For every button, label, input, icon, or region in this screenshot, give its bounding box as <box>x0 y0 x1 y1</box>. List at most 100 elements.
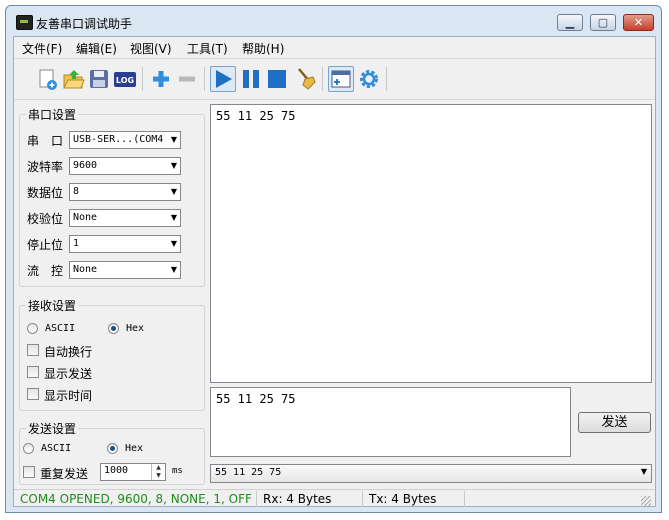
title-bar: 友善串口调试助手 ▁ ▢ ✕ <box>6 6 661 35</box>
interval-unit: ms <box>172 466 183 476</box>
send-history-value: 55 11 25 75 <box>215 467 282 478</box>
stop-button[interactable] <box>264 66 290 92</box>
close-button[interactable]: ✕ <box>623 14 654 31</box>
chevron-down-icon: ▼ <box>170 135 177 144</box>
receive-ascii-label: ASCII <box>45 323 76 334</box>
spin-arrows-icon[interactable]: ▲ ▼ <box>151 464 165 480</box>
receive-ascii-radio[interactable] <box>27 323 38 334</box>
settings-button[interactable] <box>356 66 382 92</box>
menu-file[interactable]: 文件(F) <box>22 40 62 57</box>
save-button[interactable] <box>86 66 112 92</box>
send-history-select[interactable]: 55 11 25 75 ▼ <box>210 464 652 483</box>
databits-label: 数据位 <box>27 186 64 200</box>
save-icon <box>90 70 108 88</box>
menu-view[interactable]: 视图(V) <box>130 40 172 57</box>
new-file-icon <box>39 69 57 90</box>
receive-settings-group: 接收设置 ASCII Hex 自动换行 显示发送 显示时间 <box>19 297 205 411</box>
flowcontrol-value: None <box>73 264 98 275</box>
send-hex-label: Hex <box>125 443 144 454</box>
serial-settings-title: 串口设置 <box>26 106 79 123</box>
send-settings-title: 发送设置 <box>26 420 79 437</box>
word-wrap-label: 自动换行 <box>44 345 93 359</box>
send-button[interactable]: 发送 <box>578 412 651 433</box>
show-send-checkbox[interactable] <box>27 366 39 378</box>
stop-icon <box>268 70 286 88</box>
menu-bar: 文件(F) 编辑(E) 视图(V) 工具(T) 帮助(H) <box>14 37 655 57</box>
minimize-icon: ▁ <box>565 16 575 29</box>
port-status: COM4 OPENED, 9600, 8, NONE, 1, OFF <box>20 492 252 506</box>
main-window: 友善串口调试助手 ▁ ▢ ✕ 文件(F) 编辑(E) 视图(V) 工具(T) 帮… <box>5 5 662 513</box>
broom-icon <box>298 68 316 90</box>
baud-select[interactable]: 9600 ▼ <box>69 157 181 175</box>
receive-hex-radio[interactable] <box>108 323 119 334</box>
minimize-button[interactable]: ▁ <box>557 14 583 31</box>
client-area: 文件(F) 编辑(E) 视图(V) 工具(T) 帮助(H) LOG 串口设置 串… <box>13 36 656 507</box>
play-icon <box>216 70 232 88</box>
port-value: USB-SER...(COM4 <box>73 134 164 145</box>
parity-select[interactable]: None ▼ <box>69 209 181 227</box>
menu-help[interactable]: 帮助(H) <box>242 40 284 57</box>
show-send-label: 显示发送 <box>44 367 93 381</box>
chevron-down-icon: ▼ <box>170 213 177 222</box>
send-ascii-label: ASCII <box>41 443 72 454</box>
word-wrap-checkbox[interactable] <box>27 344 39 356</box>
window-layout-icon <box>331 70 351 88</box>
stopbits-value: 1 <box>73 238 80 249</box>
resize-grip-icon[interactable] <box>641 496 651 506</box>
open-file-button[interactable] <box>60 66 86 92</box>
stopbits-label: 停止位 <box>27 238 64 252</box>
status-separator <box>256 491 257 507</box>
clear-button[interactable] <box>292 66 318 92</box>
remove-button[interactable] <box>174 66 200 92</box>
menu-tools[interactable]: 工具(T) <box>187 40 228 57</box>
send-settings-group: 发送设置 ASCII Hex 重复发送 1000 ▲ ▼ ms <box>19 420 205 485</box>
receive-hex-label: Hex <box>126 323 145 334</box>
port-select[interactable]: USB-SER...(COM4 ▼ <box>69 131 181 149</box>
toolbar-separator <box>322 67 323 91</box>
send-ascii-radio[interactable] <box>23 443 34 454</box>
toolbar-separator <box>386 67 387 91</box>
port-label: 串 口 <box>27 134 64 148</box>
databits-value: 8 <box>73 186 80 197</box>
status-separator <box>464 491 465 507</box>
baud-value: 9600 <box>73 160 98 171</box>
chevron-down-icon: ▼ <box>640 467 647 476</box>
chevron-down-icon: ▼ <box>170 161 177 170</box>
menu-edit[interactable]: 编辑(E) <box>76 40 117 57</box>
send-hex-radio[interactable] <box>107 443 118 454</box>
parity-value: None <box>73 212 98 223</box>
stopbits-select[interactable]: 1 ▼ <box>69 235 181 253</box>
new-file-button[interactable] <box>34 66 60 92</box>
window-layout-button[interactable] <box>328 66 354 92</box>
show-time-label: 显示时间 <box>44 389 93 403</box>
pause-icon <box>243 70 259 88</box>
log-button[interactable]: LOG <box>112 66 138 92</box>
show-time-checkbox[interactable] <box>27 388 39 400</box>
toolbar-separator <box>142 67 143 91</box>
flowcontrol-select[interactable]: None ▼ <box>69 261 181 279</box>
rx-count: Rx: 4 Bytes <box>263 492 332 506</box>
open-folder-icon <box>63 70 85 89</box>
interval-value: 1000 <box>104 465 129 476</box>
pause-button[interactable] <box>238 66 264 92</box>
databits-select[interactable]: 8 ▼ <box>69 183 181 201</box>
chevron-down-icon: ▼ <box>170 265 177 274</box>
repeat-send-checkbox[interactable] <box>23 466 35 478</box>
start-button[interactable] <box>210 66 236 92</box>
minus-icon <box>179 76 195 82</box>
receive-textarea[interactable]: 55 11 25 75 <box>210 104 652 383</box>
add-button[interactable] <box>148 66 174 92</box>
maximize-icon: ▢ <box>597 16 609 29</box>
log-label: LOG <box>116 76 134 85</box>
send-textarea[interactable]: 55 11 25 75 <box>210 387 571 457</box>
baud-label: 波特率 <box>27 160 64 174</box>
log-icon: LOG <box>114 72 136 87</box>
serial-settings-group: 串口设置 串 口 USB-SER...(COM4 ▼ 波特率 9600 ▼ 数据位 … <box>19 106 205 287</box>
flowcontrol-label: 流 控 <box>27 264 64 278</box>
interval-spinbox[interactable]: 1000 ▲ ▼ <box>100 463 166 481</box>
app-icon <box>16 15 33 30</box>
maximize-button[interactable]: ▢ <box>590 14 616 31</box>
window-title: 友善串口调试助手 <box>36 17 133 31</box>
toolbar-separator <box>204 67 205 91</box>
close-icon: ✕ <box>633 16 644 29</box>
